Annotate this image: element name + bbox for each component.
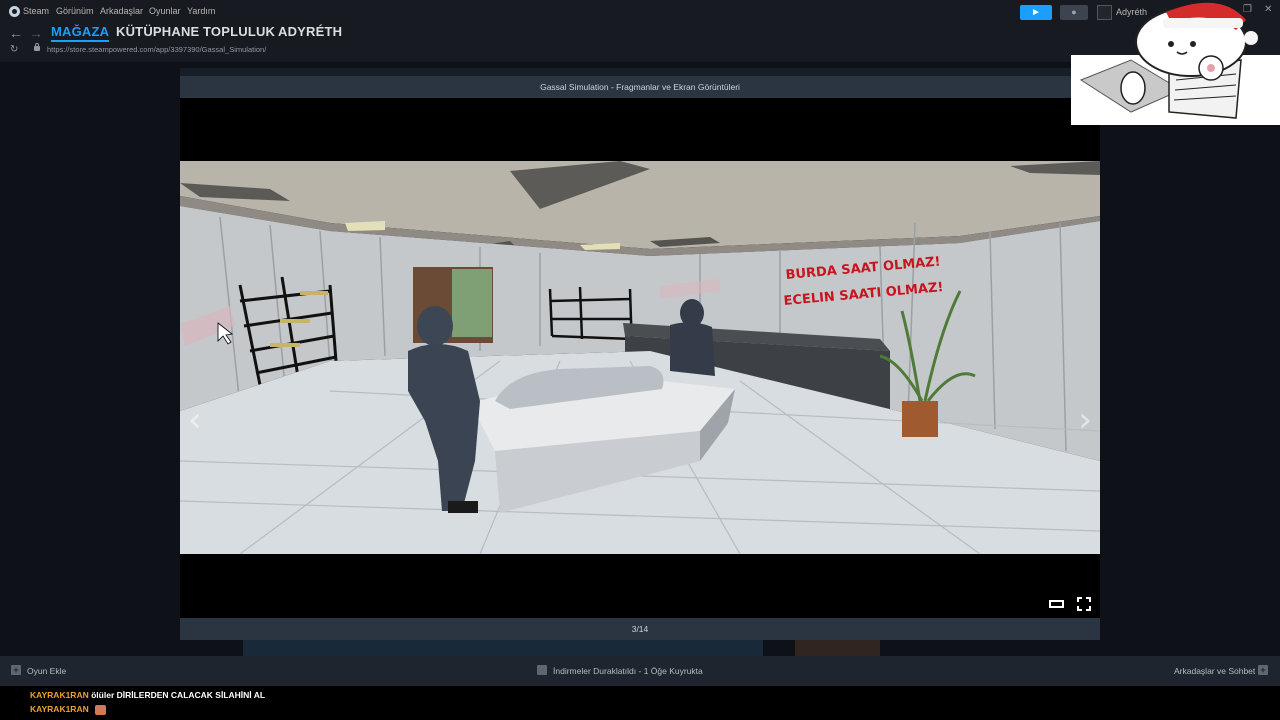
tab-community[interactable]: TOPLULUK xyxy=(203,24,275,39)
tab-store[interactable]: MAĞAZA xyxy=(51,24,110,42)
chat-message: KAYRAK1RAN xyxy=(30,704,107,715)
menu-view[interactable]: Görünüm xyxy=(56,6,94,16)
menu-friends[interactable]: Arkadaşlar xyxy=(100,6,143,16)
forward-arrow-icon[interactable]: → xyxy=(29,25,43,41)
url-bar[interactable]: https://store.steampowered.com/app/33973… xyxy=(47,45,266,54)
reload-icon[interactable]: ↻ xyxy=(10,44,18,55)
broadcast-icon[interactable]: ► xyxy=(1020,5,1052,20)
cat-keyboard-overlay-image xyxy=(1071,2,1280,125)
chat-text: ölüler DİRİLERDEN CALACAK SİLAHİNİ AL xyxy=(91,690,266,700)
game-screenshot[interactable]: BURDA SAAT OLMAZ! ECELIN SAATI OLMAZ! ‹ … xyxy=(180,161,1100,554)
modal-header: Gassal Simulation - Fragmanlar ve Ekran … xyxy=(180,76,1100,98)
chat-username: KAYRAK1RAN xyxy=(30,690,89,700)
chat-username: KAYRAK1RAN xyxy=(30,704,89,714)
fullscreen-icon[interactable] xyxy=(1077,597,1091,611)
store-description-strip xyxy=(243,638,763,656)
media-viewer: BURDA SAAT OLMAZ! ECELIN SAATI OLMAZ! ‹ … xyxy=(180,98,1100,618)
screenshot-scene: BURDA SAAT OLMAZ! ECELIN SAATI OLMAZ! xyxy=(180,161,1100,554)
tab-library[interactable]: KÜTÜPHANE xyxy=(116,24,199,39)
downloads-icon[interactable] xyxy=(537,665,547,675)
friends-chat-icon[interactable]: + xyxy=(1258,665,1268,675)
back-arrow-icon[interactable]: ← xyxy=(9,25,23,41)
stream-chat-overlay: KAYRAK1RAN ölüler DİRİLERDEN CALACAK SİL… xyxy=(0,686,1280,720)
widescreen-toggle-icon[interactable] xyxy=(1049,600,1064,608)
next-arrow-icon[interactable]: › xyxy=(1078,400,1092,440)
menu-games[interactable]: Oyunlar xyxy=(149,6,181,16)
media-counter: 3/14 xyxy=(631,624,649,634)
steam-logo-icon[interactable] xyxy=(9,6,20,17)
chat-message: KAYRAK1RAN ölüler DİRİLERDEN CALACAK SİL… xyxy=(30,690,265,700)
previous-arrow-icon[interactable]: ‹ xyxy=(188,400,202,440)
menu-help[interactable]: Yardım xyxy=(187,6,215,16)
add-game-button[interactable]: Oyun Ekle xyxy=(27,666,66,676)
bottom-bar: + Oyun Ekle İndirmeler Duraklatıldı - 1 … xyxy=(0,656,1280,686)
car-for-sale-banner xyxy=(795,640,880,656)
modal-title: Gassal Simulation - Fragmanlar ve Ekran … xyxy=(540,82,740,92)
add-game-icon[interactable]: + xyxy=(11,665,21,675)
tab-profile[interactable]: ADYRÉTH xyxy=(278,24,342,39)
menu-steam[interactable]: Steam xyxy=(23,6,49,16)
chat-emote-icon xyxy=(95,704,107,715)
lock-icon xyxy=(34,43,40,51)
modal-footer: 3/14 xyxy=(180,618,1100,640)
downloads-status[interactable]: İndirmeler Duraklatıldı - 1 Öğe Kuyrukta xyxy=(553,666,703,676)
friends-chat-button[interactable]: Arkadaşlar ve Sohbet xyxy=(1174,666,1255,676)
